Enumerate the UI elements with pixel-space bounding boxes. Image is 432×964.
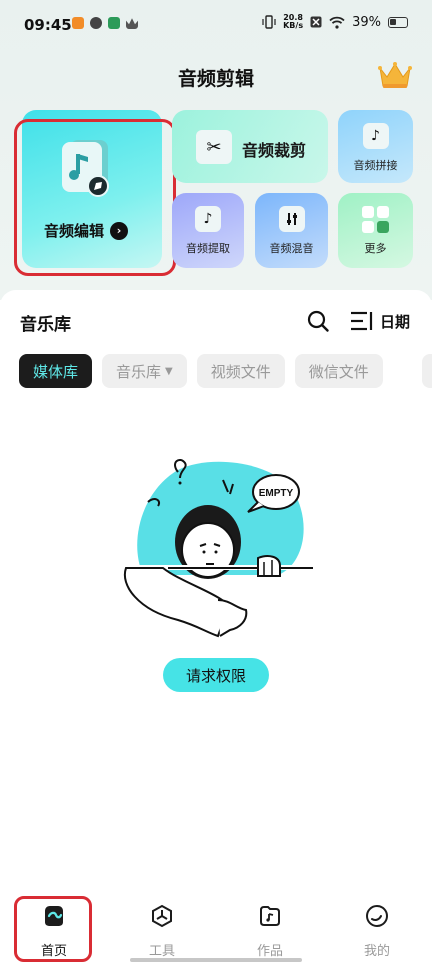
audio-extract-card[interactable]: ♪ 音频提取 bbox=[172, 193, 244, 268]
mixer-sliders-icon bbox=[278, 206, 305, 232]
nav-tools-label: 工具 bbox=[148, 944, 175, 959]
music-note-icon: ♪ bbox=[362, 123, 389, 149]
page-title: 音频剪辑 bbox=[177, 68, 254, 90]
audio-cut-label: 音频裁剪 bbox=[242, 141, 307, 160]
empty-state-illustration: EMPTY bbox=[123, 459, 313, 638]
nav-works[interactable]: 作品 bbox=[235, 904, 305, 959]
tools-icon bbox=[152, 904, 172, 928]
chip-wechat-files[interactable]: 微信文件 bbox=[294, 354, 383, 388]
battery-percent: 39% bbox=[352, 14, 381, 30]
audio-concat-label: 音频拼接 bbox=[353, 159, 398, 172]
audio-mix-label: 音频混音 bbox=[269, 242, 314, 255]
music-note-icon: ♪ bbox=[195, 206, 221, 232]
audio-concat-card[interactable]: ♪ 音频拼接 bbox=[338, 110, 413, 183]
nav-tools[interactable]: 工具 bbox=[127, 904, 197, 959]
nav-mine-label: 我的 bbox=[363, 944, 390, 959]
request-permission-button[interactable]: 请求权限 bbox=[163, 658, 269, 692]
status-time: 09:45 bbox=[24, 16, 72, 34]
empty-bubble-text: EMPTY bbox=[259, 488, 294, 499]
more-label: 更多 bbox=[364, 242, 387, 255]
wifi-icon bbox=[329, 16, 345, 29]
chip-video-files[interactable]: 视频文件 bbox=[196, 354, 285, 388]
caret-down-icon: ▼ bbox=[165, 365, 173, 377]
search-icon[interactable] bbox=[306, 309, 330, 333]
grid-icon bbox=[362, 205, 389, 233]
library-title: 音乐库 bbox=[20, 315, 71, 335]
chip-music-library-label: 音乐库 bbox=[116, 362, 162, 381]
nav-highlight-outline bbox=[14, 896, 92, 962]
sim-off-icon bbox=[310, 16, 322, 28]
sort-date-label[interactable]: 日期 bbox=[380, 311, 410, 332]
notification-icons bbox=[72, 17, 138, 29]
audio-extract-label: 音频提取 bbox=[186, 242, 230, 255]
scissors-icon: ✂ bbox=[196, 130, 232, 164]
app-notification-icon bbox=[108, 17, 120, 29]
more-card[interactable]: 更多 bbox=[338, 193, 413, 268]
app-notification-icon bbox=[72, 17, 84, 29]
filter-chips: 媒体库 音乐库 ▼ 视频文件 微信文件 bbox=[19, 354, 383, 388]
nav-works-label: 作品 bbox=[256, 944, 283, 959]
chip-media-library[interactable]: 媒体库 bbox=[19, 354, 93, 388]
crown-small-icon bbox=[126, 18, 138, 29]
highlight-outline bbox=[14, 119, 176, 276]
status-right: 20.8 KB/s 39% bbox=[262, 14, 408, 30]
nav-mine[interactable]: 我的 bbox=[342, 904, 412, 959]
wechat-icon bbox=[90, 17, 102, 29]
profile-icon bbox=[366, 905, 388, 927]
vip-crown-icon[interactable] bbox=[378, 60, 412, 90]
network-speed-unit: KB/s bbox=[283, 21, 304, 30]
chip-music-library[interactable]: 音乐库 ▼ bbox=[102, 354, 187, 388]
audio-mix-card[interactable]: 音频混音 bbox=[255, 193, 328, 268]
vibrate-icon bbox=[262, 15, 276, 29]
sort-icon[interactable] bbox=[350, 310, 374, 332]
battery-icon bbox=[388, 16, 408, 28]
network-speed: 20.8 KB/s bbox=[283, 14, 303, 30]
chip-overflow bbox=[422, 354, 432, 388]
audio-cut-card[interactable]: ✂ 音频裁剪 bbox=[172, 110, 328, 183]
status-bar: 09:45 20.8 KB/s 39% bbox=[0, 0, 432, 50]
folder-music-icon bbox=[260, 906, 280, 926]
home-indicator bbox=[130, 958, 302, 962]
